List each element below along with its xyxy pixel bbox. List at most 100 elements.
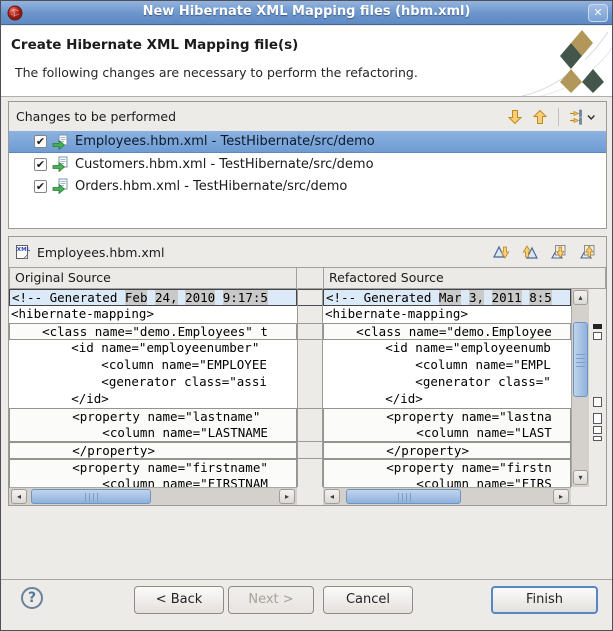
next-button: Next > [228, 586, 314, 614]
change-file-icon [52, 134, 68, 150]
titlebar[interactable]: New Hibernate XML Mapping files (hbm.xml… [1, 1, 612, 25]
code-line: <id name="employeenumb [323, 340, 571, 357]
code-line: <generator class=" [323, 374, 571, 391]
scrollbar-thumb[interactable] [31, 489, 151, 504]
page-description: The following changes are necessary to p… [15, 65, 418, 80]
change-checkbox[interactable]: ✔ [34, 158, 47, 171]
refactored-horizontal-scrollbar[interactable]: ◂ ▸ [323, 487, 571, 505]
code-text: <column name="FIRS [326, 476, 552, 487]
diff-word-highlight: 2010 [185, 290, 215, 305]
changes-header: Changes to be performed [9, 102, 606, 131]
move-up-icon[interactable] [531, 107, 549, 127]
original-source-pane: <!-- Generated Feb 24, 2010 9:17:5<hiber… [9, 289, 297, 505]
code-line: <hibernate-mapping> [9, 306, 297, 323]
code-text: <property name="lastna [326, 409, 552, 424]
code-text: <property name="lastname" [12, 409, 260, 424]
change-list-item[interactable]: ✔ Customers.hbm.xml - TestHibernate/src/d… [9, 153, 606, 175]
code-line: <class name="demo.Employee [323, 323, 571, 340]
code-text: <generator class="assi [11, 374, 267, 389]
compare-column-headers: Original Source Refactored Source [9, 267, 606, 289]
code-line: <!-- Generated Feb 24, 2010 9:17:5 [9, 289, 297, 306]
move-down-icon[interactable] [506, 107, 524, 127]
diff-word-highlight: 9:17:5 [223, 290, 268, 305]
scroll-down-icon[interactable]: ▾ [573, 470, 588, 485]
diff-marker[interactable] [593, 397, 602, 407]
code-line: </id> [323, 391, 571, 408]
code-line: <id name="employeenumber" [9, 340, 297, 357]
compare-toolbar [491, 242, 598, 262]
code-text: <class name="demo.Employees" t [12, 324, 268, 339]
code-text: </property> [12, 443, 155, 458]
vertical-scrollbar[interactable]: ▴ ▾ [571, 289, 589, 487]
change-list-item[interactable]: ✔ Employees.hbm.xml - TestHibernate/src/d… [9, 131, 606, 153]
diff-word-highlight: Mar [439, 290, 462, 305]
help-icon[interactable]: ? [21, 587, 43, 609]
diff-connector-gutter [297, 289, 323, 487]
code-line: </property> [9, 442, 297, 459]
page-title: Create Hibernate XML Mapping file(s) [11, 37, 298, 53]
change-file-icon [52, 178, 68, 194]
code-text: <hibernate-mapping> [325, 306, 468, 321]
code-text: </id> [11, 391, 109, 406]
code-text [215, 290, 223, 305]
diff-marker[interactable] [593, 324, 602, 329]
scrollbar-thumb[interactable] [573, 322, 588, 397]
code-line: <column name="EMPLOYEE [9, 357, 297, 374]
change-list-item[interactable]: ✔Orders.hbm.xml - TestHibernate/src/demo [9, 175, 606, 197]
previous-difference-icon[interactable] [520, 242, 540, 262]
diff-word-highlight: 24, [155, 290, 178, 305]
changes-toolbar [506, 107, 598, 127]
code-line: <hibernate-mapping> [323, 306, 571, 323]
code-line: <property name="firstname" [9, 459, 297, 476]
svg-text:XML: XML [17, 247, 30, 253]
window-title: New Hibernate XML Mapping files (hbm.xml… [1, 4, 612, 19]
code-text: <column name="EMPLOYEE [11, 357, 267, 372]
diff-marker[interactable] [593, 426, 602, 434]
code-text: <column name="LAST [326, 425, 552, 440]
code-line: <generator class="assi [9, 374, 297, 391]
scroll-right-icon[interactable]: ▸ [553, 489, 569, 504]
diff-word-highlight: Feb [125, 290, 148, 305]
code-text: <column name="LASTNAME [12, 425, 268, 440]
previous-change-icon[interactable] [578, 242, 598, 262]
code-text [147, 290, 155, 305]
diff-marker[interactable] [593, 413, 602, 424]
diff-word-highlight: 8:5 [529, 290, 552, 305]
scroll-right-icon[interactable]: ▸ [279, 489, 295, 504]
code-line: <column name="FIRSTNAM [9, 476, 297, 487]
original-source-code[interactable]: <!-- Generated Feb 24, 2010 9:17:5<hiber… [9, 289, 297, 487]
code-text [461, 290, 469, 305]
code-text: <property name="firstn [326, 460, 552, 475]
next-difference-icon[interactable] [491, 242, 511, 262]
back-button[interactable]: < Back [134, 586, 224, 614]
code-line: <column name="EMPL [323, 357, 571, 374]
next-change-icon[interactable] [549, 242, 569, 262]
refactored-source-header: Refactored Source [323, 267, 606, 289]
code-text: <column name="EMPL [325, 357, 551, 372]
cancel-button[interactable]: Cancel [323, 586, 413, 614]
refactored-source-code[interactable]: <!-- Generated Mar 3, 2011 8:5<hibernate… [323, 289, 571, 487]
overview-ruler [589, 289, 606, 505]
diff-word-highlight: 2011 [492, 290, 522, 305]
scroll-left-icon[interactable]: ◂ [324, 489, 340, 504]
diff-marker[interactable] [593, 332, 602, 340]
scroll-left-icon[interactable]: ◂ [11, 489, 27, 504]
original-source-header: Original Source [9, 267, 297, 289]
code-line: <class name="demo.Employees" t [9, 323, 297, 340]
code-line: <column name="LASTNAME [9, 425, 297, 442]
change-checkbox[interactable]: ✔ [34, 135, 47, 148]
scrollbar-thumb[interactable] [346, 489, 461, 504]
change-checkbox[interactable]: ✔ [34, 180, 47, 193]
change-item-label: Customers.hbm.xml - TestHibernate/src/de… [73, 157, 374, 172]
code-line: <property name="lastna [323, 408, 571, 425]
filter-changes-icon[interactable] [568, 107, 598, 127]
diff-marker[interactable] [593, 436, 602, 441]
close-icon[interactable]: ✕ [588, 4, 608, 22]
dialog-window: New Hibernate XML Mapping files (hbm.xml… [0, 0, 613, 631]
scroll-up-icon[interactable]: ▴ [573, 290, 588, 305]
change-item-label: Employees.hbm.xml - TestHibernate/src/de… [73, 134, 375, 149]
original-horizontal-scrollbar[interactable]: ◂ ▸ [9, 487, 297, 505]
code-text: <!-- Generated [12, 290, 125, 305]
change-file-icon [52, 156, 68, 172]
finish-button[interactable]: Finish [491, 586, 598, 614]
